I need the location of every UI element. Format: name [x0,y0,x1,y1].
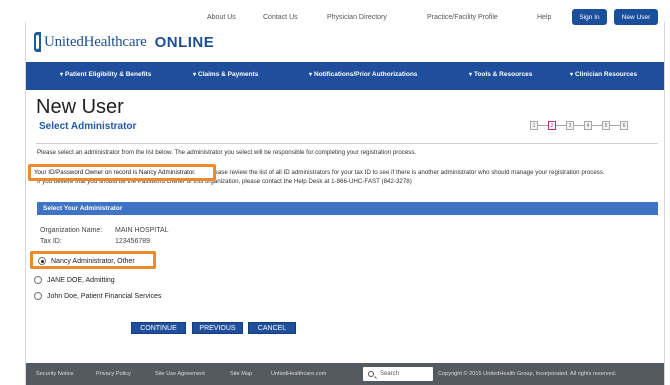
site-map-link[interactable]: Site Map [230,371,252,377]
nav-clinician-resources[interactable]: Clinician Resources [570,71,637,78]
nav-tools-resources[interactable]: Tools & Resources [469,71,532,78]
step-3: 3 [566,121,574,130]
page-subtitle: Select Administrator [39,121,137,132]
radio-unselected[interactable] [34,292,42,300]
radio-unselected[interactable] [34,276,42,284]
owner-callout-text: Your ID/Password Owner on record is Nanc… [34,169,196,176]
progress-steps: 1 2 3 4 5 6 [530,121,628,130]
step-connector [556,125,566,126]
step-connector [574,125,584,126]
divider [36,143,658,144]
new-user-button[interactable]: New User [614,9,658,25]
about-us-link[interactable]: About Us [207,14,236,21]
continue-button[interactable]: CONTINUE [131,322,186,334]
step-1: 1 [530,121,538,130]
admin-option-label: John Doe, Patient Financial Services [47,292,162,300]
owner-callout: Your ID/Password Owner on record is Nanc… [28,164,216,181]
site-use-agreement-link[interactable]: Site Use Agreement [155,371,205,377]
step-5: 5 [602,121,610,130]
radio-selected[interactable] [38,257,46,265]
step-6: 6 [620,121,628,130]
step-connector [592,125,602,126]
admin-option-label: JANE DOE, Admitting [47,276,115,284]
uhc-com-link[interactable]: UnitedHealthcare.com [271,371,326,377]
org-name-label: Organization Name: [40,227,103,234]
brand-logo[interactable]: UnitedHealthcare ONLINE [34,32,214,52]
step-4: 4 [584,121,592,130]
intro-text: Please select an administrator from the … [37,149,417,156]
previous-button[interactable]: PREVIOUS [192,322,243,334]
panel-header: Select Your Administrator [37,202,658,215]
contact-us-link[interactable]: Contact Us [263,14,298,21]
page-title: New User [36,96,124,118]
admin-option-nancy[interactable]: Nancy Administrator, Other [38,257,135,265]
physician-directory-link[interactable]: Physician Directory [327,14,387,21]
search-icon [368,371,374,377]
uhc-logo-icon [34,32,41,52]
copyright-text: Copyright © 2015 UnitedHealth Group, Inc… [438,371,617,377]
site-header: UnitedHealthcare ONLINE [26,24,664,60]
security-notice-link[interactable]: Security Notice [36,371,74,377]
nav-notifications[interactable]: Notifications/Prior Authorizations [309,71,417,78]
practice-profile-link[interactable]: Practice/Facility Profile [427,14,498,21]
site-footer: Security Notice Privacy Policy Site Use … [26,363,664,385]
brand-name: UnitedHealthcare [44,33,147,50]
nav-patient-eligibility[interactable]: Patient Eligibility & Benefits [60,71,151,78]
admin-option-jane[interactable]: JANE DOE, Admitting [34,276,115,284]
search-input[interactable]: Search [380,371,399,377]
cancel-button[interactable]: CANCEL [248,322,296,334]
admin-option-john[interactable]: John Doe, Patient Financial Services [34,292,161,300]
step-connector [610,125,620,126]
sign-in-button[interactable]: Sign In [572,9,607,25]
panel-heading: Select Your Administrator [43,205,123,212]
help-link[interactable]: Help [537,14,551,21]
admin-option-label: Nancy Administrator, Other [51,257,135,265]
info-text-line1: lease review the list of all ID administ… [213,169,605,176]
privacy-policy-link[interactable]: Privacy Policy [96,371,131,377]
step-connector [538,125,548,126]
tax-id-value: 123456789 [115,238,151,245]
tax-id-label: Tax ID: [40,238,62,245]
footer-search[interactable]: Search [363,367,433,381]
brand-online: ONLINE [154,33,215,51]
step-2-active: 2 [548,121,556,130]
org-name-value: MAIN HOSPITAL [115,227,169,234]
nav-claims-payments[interactable]: Claims & Payments [193,71,258,78]
